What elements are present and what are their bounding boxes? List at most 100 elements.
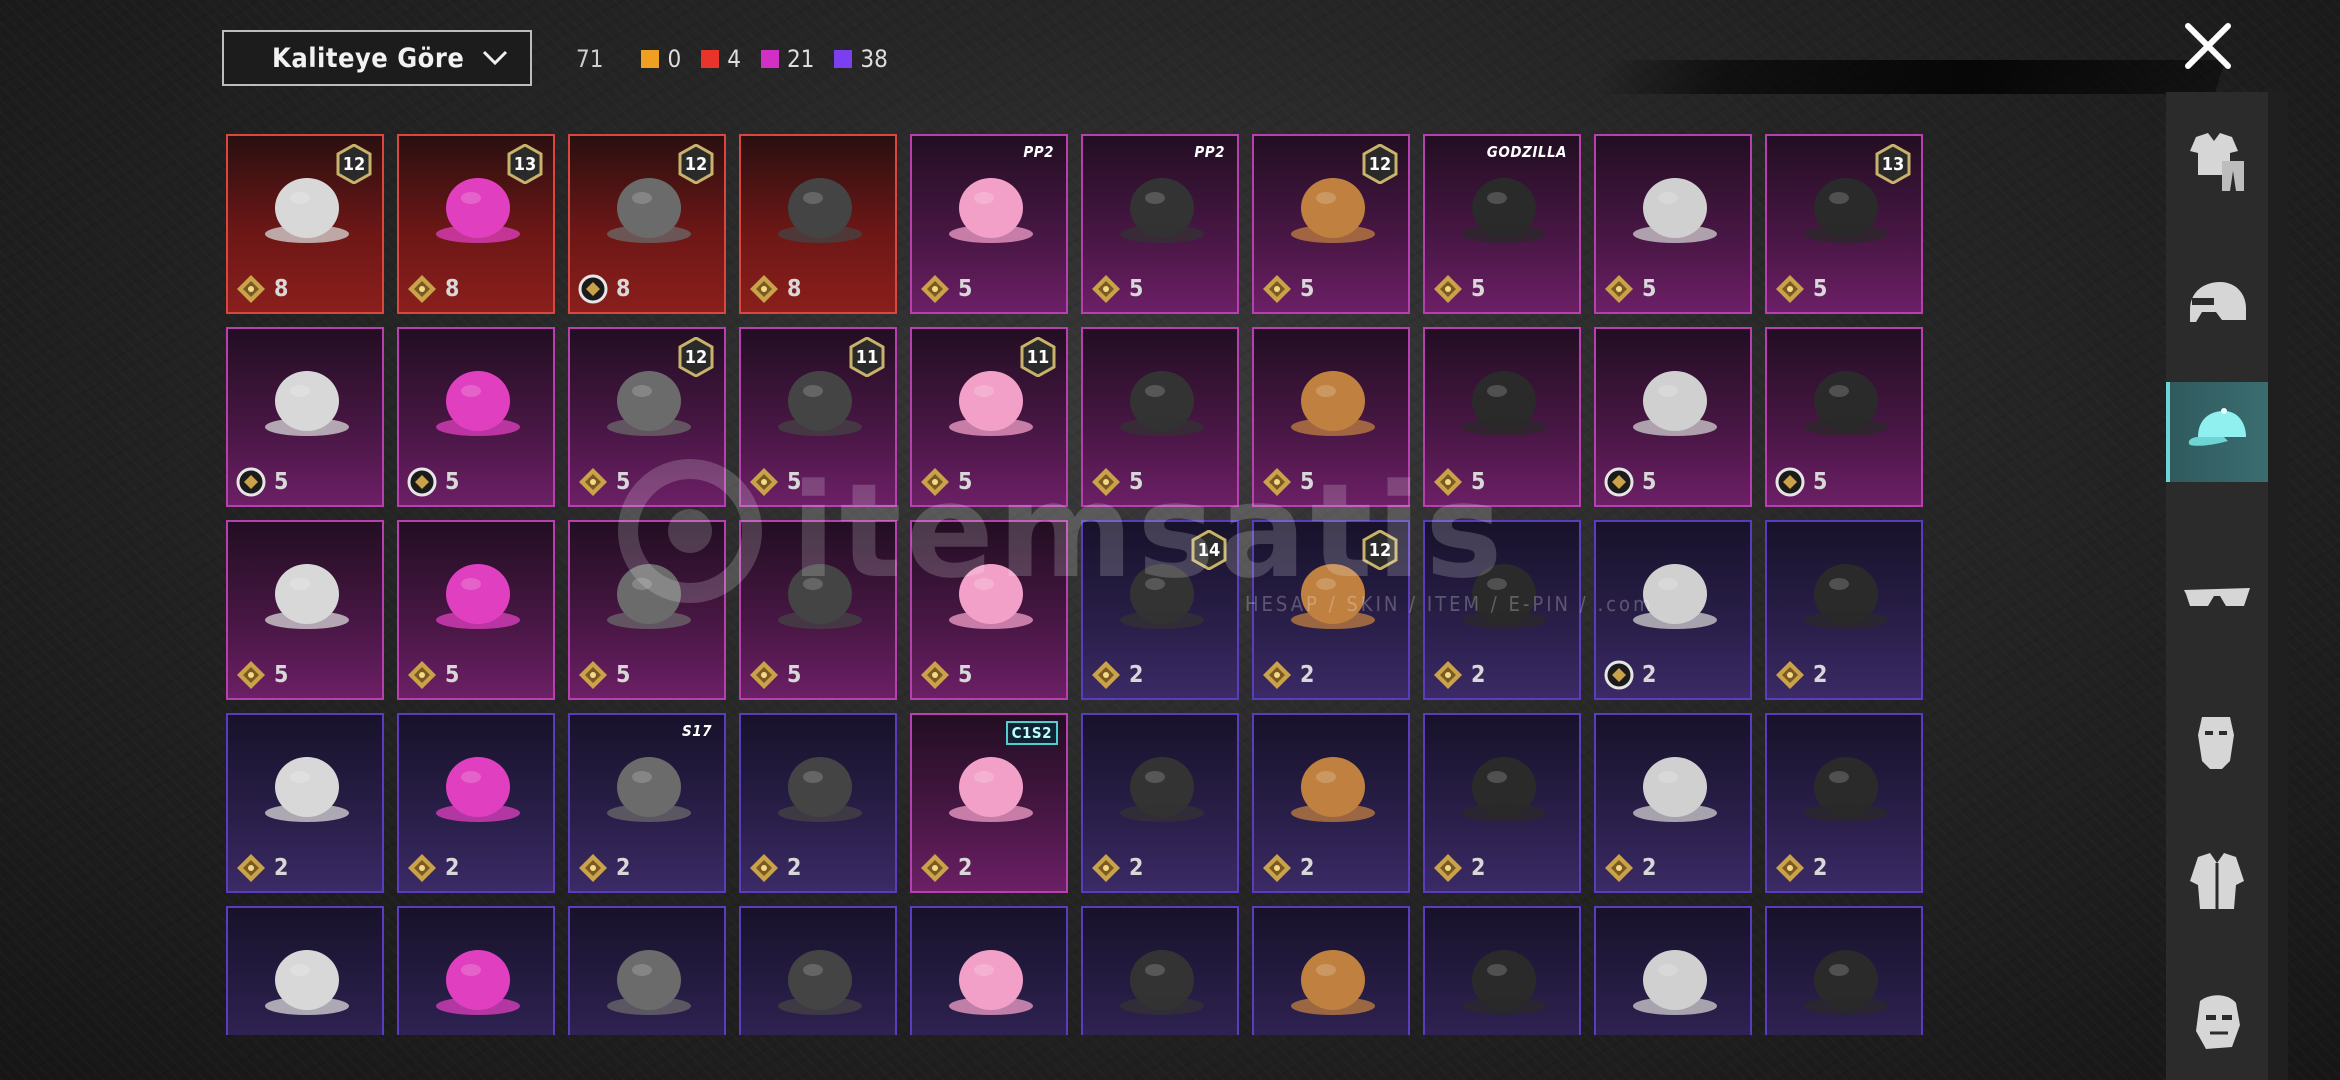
item-card[interactable] <box>397 906 555 1035</box>
rail-jacket[interactable] <box>2166 832 2268 932</box>
item-card[interactable]: 13 8 <box>397 134 555 314</box>
item-card[interactable]: 5 <box>397 327 555 507</box>
category-rail <box>2166 92 2268 1080</box>
item-cost-value: 2 <box>1813 855 1828 881</box>
item-card[interactable] <box>1594 906 1752 1035</box>
gold-diamond-coin-icon <box>579 468 607 496</box>
item-cost: 5 <box>578 467 630 497</box>
gold-diamond-coin-icon <box>750 275 778 303</box>
item-card[interactable]: 5 <box>1081 327 1239 507</box>
item-card[interactable]: 12 5 <box>568 327 726 507</box>
item-cost: 5 <box>920 274 972 304</box>
item-card[interactable]: 5 <box>739 520 897 700</box>
item-cost-value: 2 <box>787 855 802 881</box>
headwear-icon <box>949 564 1033 629</box>
item-card[interactable]: 11 5 <box>739 327 897 507</box>
rail-face[interactable] <box>2166 972 2268 1072</box>
item-card[interactable]: PP2 5 <box>910 134 1068 314</box>
rail-outfit[interactable] <box>2166 112 2268 212</box>
item-card[interactable]: 5 <box>1423 327 1581 507</box>
item-card[interactable] <box>1423 906 1581 1035</box>
item-card[interactable]: 2 <box>1594 713 1752 893</box>
item-card[interactable]: 12 5 <box>1252 134 1410 314</box>
sort-dropdown[interactable]: Kaliteye Göre <box>222 30 532 86</box>
silver-coin-icon <box>407 467 437 497</box>
close-icon[interactable] <box>2180 18 2236 74</box>
item-card[interactable]: 5 <box>226 520 384 700</box>
item-card[interactable]: C1S2 2 <box>910 713 1068 893</box>
item-cost: 5 <box>1775 467 1827 497</box>
rail-mask[interactable] <box>2166 692 2268 792</box>
item-cost: 2 <box>1262 853 1314 883</box>
season-badge: 12 <box>1362 144 1398 184</box>
gold-diamond-coin-icon <box>750 854 778 882</box>
count-value: 21 <box>786 45 815 73</box>
item-card[interactable] <box>226 906 384 1035</box>
item-cost-value: 5 <box>274 662 289 688</box>
gold-diamond-coin-icon <box>921 661 949 689</box>
item-card[interactable]: 5 <box>1594 327 1752 507</box>
count-value: 4 <box>727 45 741 73</box>
item-card[interactable]: 14 2 <box>1081 520 1239 700</box>
item-card[interactable]: 2 <box>739 713 897 893</box>
item-card[interactable]: 5 <box>568 520 726 700</box>
item-cost-value: 2 <box>1642 662 1657 688</box>
gold-diamond-coin-icon <box>921 275 949 303</box>
item-card[interactable] <box>568 906 726 1035</box>
item-card[interactable]: 12 8 <box>568 134 726 314</box>
headwear-icon <box>778 950 862 1015</box>
item-card[interactable]: 2 <box>397 713 555 893</box>
gold-diamond-coin-icon <box>1092 468 1120 496</box>
season-badge-value: 14 <box>1197 539 1221 561</box>
headwear-icon <box>265 564 349 629</box>
item-cost: 2 <box>1091 660 1143 690</box>
item-card[interactable]: 5 <box>397 520 555 700</box>
headwear-icon <box>1120 950 1204 1015</box>
item-card[interactable] <box>1252 906 1410 1035</box>
item-card[interactable] <box>1081 906 1239 1035</box>
item-card[interactable]: 2 <box>226 713 384 893</box>
item-cost: 2 <box>1262 660 1314 690</box>
item-card[interactable]: 2 <box>1252 713 1410 893</box>
item-card[interactable]: GODZILLA 5 <box>1423 134 1581 314</box>
red-swatch <box>701 50 720 68</box>
item-cost-value: 5 <box>1642 276 1657 302</box>
item-card[interactable]: 2 <box>1423 713 1581 893</box>
rail-helmet[interactable] <box>2166 257 2268 357</box>
item-card[interactable] <box>1765 906 1923 1035</box>
season-badge-value: 12 <box>342 153 366 175</box>
item-card[interactable]: 5 <box>1765 327 1923 507</box>
item-card[interactable]: 11 5 <box>910 327 1068 507</box>
gold-diamond-coin-icon <box>579 661 607 689</box>
headwear-icon <box>1462 371 1546 436</box>
gold-diamond-coin-icon <box>921 854 949 882</box>
item-card[interactable] <box>739 906 897 1035</box>
item-card[interactable]: 2 <box>1765 713 1923 893</box>
orange-swatch <box>641 50 660 68</box>
gold-diamond-coin-icon <box>237 661 265 689</box>
item-card[interactable]: 13 5 <box>1765 134 1923 314</box>
item-card[interactable] <box>910 906 1068 1035</box>
item-card[interactable]: PP2 5 <box>1081 134 1239 314</box>
season-badge-value: 11 <box>855 346 879 368</box>
headwear-icon <box>607 757 691 822</box>
watermark-tagline: HESAP / SKIN / ITEM / E-PIN / .com <box>1245 592 1654 616</box>
gold-diamond-coin-icon <box>1605 275 1633 303</box>
season-badge-value: 12 <box>684 346 708 368</box>
rail-hat[interactable] <box>2166 382 2268 482</box>
item-card[interactable]: 5 <box>1594 134 1752 314</box>
item-cost: 5 <box>1091 467 1143 497</box>
item-card[interactable]: 5 <box>910 520 1068 700</box>
item-card[interactable]: 2 <box>1765 520 1923 700</box>
gold-diamond-coin-icon <box>1776 661 1804 689</box>
item-card[interactable]: 5 <box>1252 327 1410 507</box>
item-card[interactable]: 5 <box>226 327 384 507</box>
rail-glasses[interactable] <box>2166 547 2268 647</box>
gold-diamond-coin-icon <box>1434 661 1462 689</box>
item-card[interactable]: S17 2 <box>568 713 726 893</box>
item-card[interactable]: 8 <box>739 134 897 314</box>
gold-diamond-coin-icon <box>408 854 436 882</box>
item-card[interactable]: 12 8 <box>226 134 384 314</box>
item-card[interactable]: 2 <box>1081 713 1239 893</box>
gold-diamond-coin-icon <box>1263 275 1291 303</box>
